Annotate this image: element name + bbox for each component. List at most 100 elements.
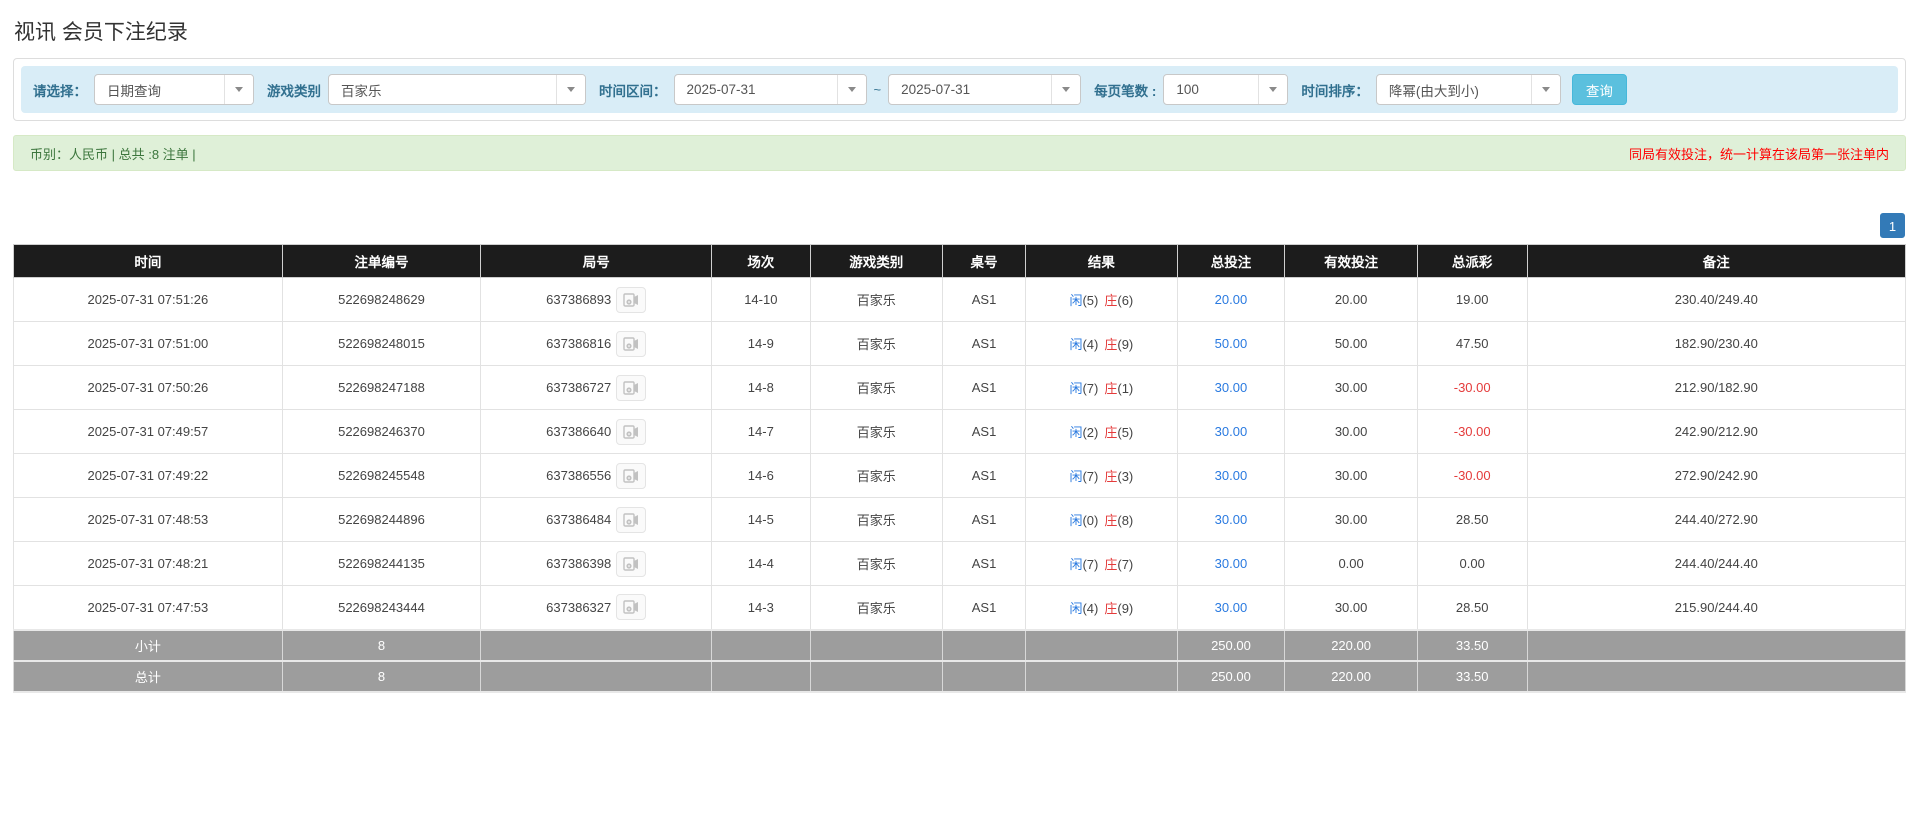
time-range-label: 时间区间： — [599, 83, 667, 99]
date-from-value: 2025-07-31 — [686, 82, 756, 97]
cell-session: 14-5 — [711, 497, 811, 542]
total-bet-link[interactable]: 30.00 — [1215, 468, 1248, 483]
grand-total-label: 总计 — [13, 659, 283, 693]
video-replay-button[interactable] — [616, 462, 647, 489]
table-row: 2025-07-31 07:50:26 522698247188 6373867… — [13, 365, 1907, 410]
result-player: 闲 — [1069, 557, 1083, 572]
chevron-down-icon[interactable] — [836, 75, 866, 104]
total-bet-link[interactable]: 30.00 — [1215, 512, 1248, 527]
cell-time: 2025-07-31 07:51:00 — [13, 321, 283, 366]
result-player: 闲 — [1069, 425, 1083, 440]
valid-bet-note: 同局有效投注，统一计算在该局第一张注单内 — [1628, 146, 1889, 162]
chevron-down-icon[interactable] — [1258, 75, 1288, 104]
chevron-down-icon[interactable] — [224, 75, 253, 104]
cell-game-type: 百家乐 — [809, 365, 943, 410]
pagination-page-1[interactable]: 1 — [1880, 213, 1905, 238]
grand-total-payout: 33.50 — [1416, 659, 1528, 693]
search-button[interactable]: 查询 — [1571, 74, 1627, 105]
query-type-label: 请选择： — [33, 83, 87, 99]
total-bet-link[interactable]: 20.00 — [1215, 292, 1248, 307]
column-header: 结果 — [1025, 244, 1178, 278]
total-bet-link[interactable]: 50.00 — [1215, 336, 1248, 351]
bet-records-table: 时间 注单编号 局号 场次 游戏类别 桌号 结果 总投注 有效投注 总派彩 备注 2025-07-3… — [13, 244, 1907, 693]
date-to-select[interactable]: 2025-07-31 — [888, 74, 1082, 105]
page-size-select[interactable]: 100 — [1163, 74, 1289, 105]
table-header-row: 时间 注单编号 局号 场次 游戏类别 桌号 结果 总投注 有效投注 总派彩 备注 — [13, 244, 1907, 278]
table-row: 2025-07-31 07:51:26 522698248629 6373868… — [13, 277, 1907, 322]
cell-result: 闲(7) 庄(1) — [1025, 365, 1178, 410]
cell-session: 14-4 — [711, 541, 811, 586]
video-replay-button[interactable] — [616, 418, 647, 445]
video-replay-button[interactable] — [616, 330, 647, 357]
cell-round-id: 637386327 — [480, 585, 713, 630]
cell-total-bet: 50.00 — [1176, 321, 1286, 366]
cell-result: 闲(2) 庄(5) — [1025, 409, 1178, 454]
game-type-select[interactable]: 百家乐 — [328, 74, 586, 105]
chevron-down-icon[interactable] — [1051, 75, 1081, 104]
video-replay-button[interactable] — [616, 374, 647, 401]
result-player-score: (5) — [1082, 293, 1099, 308]
result-player: 闲 — [1069, 293, 1083, 308]
cell-table-no: AS1 — [941, 321, 1027, 366]
sort-order-select[interactable]: 降幂(由大到小) — [1375, 74, 1561, 105]
cell-valid-bet: 50.00 — [1284, 321, 1418, 366]
cell-valid-bet: 30.00 — [1284, 453, 1418, 498]
cell-round-id: 637386893 — [480, 277, 713, 322]
cell-round-id: 637386640 — [480, 409, 713, 454]
table-row: 2025-07-31 07:49:57 522698246370 6373866… — [13, 409, 1907, 454]
chevron-down-icon[interactable] — [556, 75, 585, 104]
cell-total-bet: 20.00 — [1176, 277, 1286, 322]
round-id-text: 637386484 — [546, 512, 612, 527]
result-player: 闲 — [1069, 337, 1083, 352]
table-row: 2025-07-31 07:48:53 522698244896 6373864… — [13, 497, 1907, 542]
game-type-label: 游戏类别 — [267, 83, 321, 99]
query-type-select[interactable]: 日期查询 — [94, 74, 254, 105]
cell-total-bet: 30.00 — [1176, 541, 1286, 586]
result-player: 闲 — [1069, 600, 1083, 616]
subtotal-payout: 33.50 — [1416, 628, 1528, 662]
grand-total-count: 8 — [281, 659, 482, 693]
result-banker-score: (8) — [1117, 513, 1134, 528]
page-size-label: 每页笔数 : — [1094, 83, 1157, 99]
video-replay-button[interactable] — [616, 550, 647, 577]
video-replay-button[interactable] — [616, 506, 647, 533]
pagination: 1 — [13, 213, 1905, 238]
result-player-score: (7) — [1082, 381, 1099, 396]
cell-bet-id: 522698243444 — [281, 585, 482, 630]
cell-note: 244.40/272.90 — [1526, 497, 1907, 542]
video-replay-button[interactable] — [616, 286, 647, 313]
chevron-down-icon[interactable] — [1530, 75, 1560, 104]
date-from-select[interactable]: 2025-07-31 — [673, 74, 867, 105]
cell-time: 2025-07-31 07:49:22 — [13, 453, 283, 498]
video-film-icon — [623, 512, 639, 527]
cell-result: 闲(4) 庄(9) — [1025, 585, 1178, 630]
cell-time: 2025-07-31 07:51:26 — [13, 277, 283, 322]
cell-bet-id: 522698248015 — [281, 321, 482, 366]
video-film-icon — [623, 336, 639, 351]
total-bet-link[interactable]: 30.00 — [1215, 556, 1248, 571]
cell-round-id: 637386556 — [480, 453, 713, 498]
cell-session: 14-8 — [711, 365, 811, 410]
cell-round-id: 637386484 — [480, 497, 713, 542]
cell-valid-bet: 30.00 — [1284, 365, 1418, 410]
round-id-text: 637386893 — [546, 292, 612, 307]
total-bet-link[interactable]: 30.00 — [1215, 380, 1248, 395]
subtotal-valid-bet: 220.00 — [1284, 628, 1418, 662]
round-id-text: 637386640 — [546, 424, 612, 439]
cell-valid-bet: 0.00 — [1284, 541, 1418, 586]
cell-total-bet: 30.00 — [1176, 365, 1286, 410]
column-header: 总投注 — [1176, 244, 1286, 278]
subtotal-label: 小计 — [13, 628, 283, 662]
total-bet-link[interactable]: 30.00 — [1215, 600, 1248, 615]
column-header: 场次 — [711, 244, 811, 278]
result-player: 闲 — [1069, 381, 1083, 396]
column-header: 局号 — [480, 244, 713, 278]
video-film-icon — [623, 380, 639, 395]
cell-bet-id: 522698248629 — [281, 277, 482, 322]
cell-table-no: AS1 — [941, 497, 1027, 542]
video-replay-button[interactable] — [616, 594, 647, 621]
result-player-score: (7) — [1082, 557, 1099, 572]
subtotal-total-bet: 250.00 — [1176, 628, 1286, 662]
total-bet-link[interactable]: 30.00 — [1215, 424, 1248, 439]
cell-time: 2025-07-31 07:48:53 — [13, 497, 283, 542]
